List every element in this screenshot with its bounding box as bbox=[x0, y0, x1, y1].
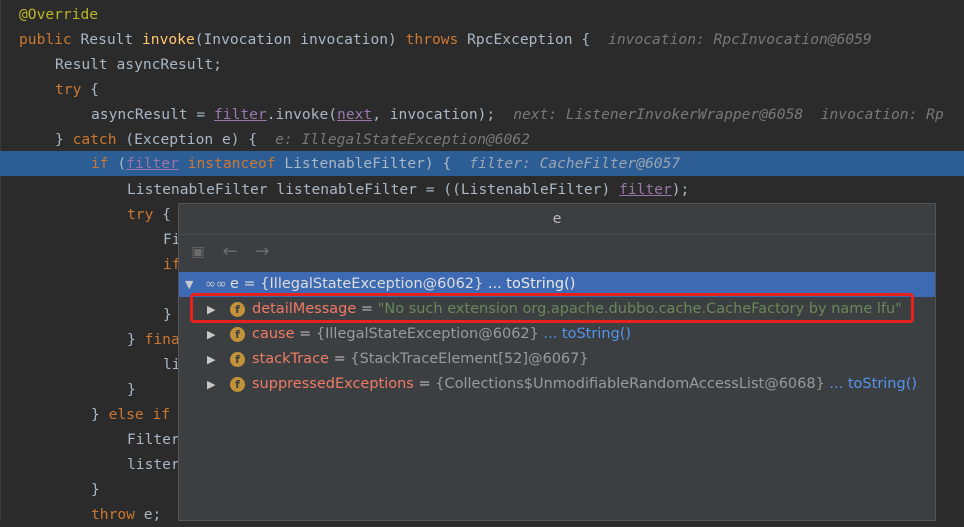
expand-arrow-icon[interactable]: ▶ bbox=[207, 347, 215, 372]
var-value: {IllegalStateException@6062} bbox=[315, 326, 539, 342]
code-line-8: ListenableFilter listenableFilter = ((Li… bbox=[0, 177, 964, 202]
watch-icon[interactable]: ▣ bbox=[187, 241, 209, 263]
debug-evaluate-popup[interactable]: e ▣ ← → ▼ ∞∞ e = {IllegalStateException@… bbox=[178, 203, 936, 521]
field-icon: f bbox=[230, 352, 245, 367]
keyword: fina bbox=[144, 331, 180, 348]
equals: = bbox=[328, 351, 351, 367]
code-line-6: } catch (Exception e) { e: IllegalStateEx… bbox=[0, 127, 964, 152]
field-row-stackTrace[interactable]: ▶ f stackTrace = {StackTraceElement[52]@… bbox=[179, 347, 935, 372]
code-text: (Exception e) { bbox=[116, 131, 258, 148]
code-text: lister bbox=[127, 456, 180, 473]
code-line-4: try { bbox=[0, 77, 964, 102]
keyword: public bbox=[19, 31, 72, 48]
code-text: Fi bbox=[163, 231, 181, 248]
code-line-5: asyncResult = filter.invoke(next, invoca… bbox=[0, 102, 964, 127]
tostring-link[interactable]: ... toString() bbox=[825, 376, 917, 392]
field-ref[interactable]: filter bbox=[126, 155, 179, 172]
code-text: } bbox=[91, 481, 100, 498]
keyword: throw bbox=[91, 506, 135, 523]
exception-type: RpcException { bbox=[458, 31, 591, 48]
var-value: {StackTraceElement[52]@6067} bbox=[350, 351, 589, 367]
variables-tree[interactable]: ▼ ∞∞ e = {IllegalStateException@6062} ..… bbox=[179, 272, 935, 397]
keyword: else if bbox=[108, 406, 171, 423]
code-text: ); bbox=[671, 181, 690, 198]
code-text: li bbox=[163, 356, 181, 373]
code-text: Filter bbox=[127, 431, 180, 448]
field-label: cause = {IllegalStateException@6062} ...… bbox=[252, 322, 631, 347]
annotation: @Override bbox=[19, 6, 99, 23]
forward-arrow-icon[interactable]: → bbox=[251, 241, 273, 263]
code-text: Result asyncResult; bbox=[55, 56, 222, 73]
keyword: instanceof bbox=[187, 155, 276, 172]
keyword: try bbox=[127, 206, 154, 223]
equals: = bbox=[294, 326, 316, 342]
field-label: suppressedExceptions = {Collections$Unmo… bbox=[252, 372, 917, 397]
keyword: if bbox=[91, 155, 109, 172]
var-name: suppressedExceptions bbox=[252, 376, 414, 392]
code-text: } bbox=[55, 131, 73, 148]
method-name: invoke bbox=[142, 31, 195, 48]
type: Result bbox=[71, 31, 143, 48]
var-name: cause bbox=[252, 326, 295, 342]
popup-title: e bbox=[179, 204, 935, 235]
code-line-7-current: if (filter instanceof ListenableFilter) … bbox=[0, 151, 964, 176]
red-annotation-box bbox=[190, 293, 914, 323]
keyword: throws bbox=[405, 31, 459, 48]
tostring-link[interactable]: ... toString() bbox=[539, 326, 631, 342]
code-text: { bbox=[153, 206, 171, 223]
var-name: e bbox=[230, 276, 239, 292]
var-value: {Collections$UnmodifiableRandomAccessLis… bbox=[435, 376, 825, 392]
equals: = bbox=[238, 276, 261, 292]
code-text: } bbox=[91, 406, 109, 423]
inline-debug-hint: next: ListenerInvokerWrapper@6058 invoca… bbox=[513, 106, 944, 123]
code-text: , invocation); bbox=[372, 106, 496, 123]
keyword: catch bbox=[72, 131, 117, 148]
inline-debug-hint: invocation: RpcInvocation@6059 bbox=[608, 31, 872, 48]
field-ref[interactable]: next bbox=[337, 106, 372, 123]
tostring-link[interactable]: ... toString() bbox=[483, 276, 576, 292]
field-ref[interactable]: filter bbox=[619, 181, 672, 198]
var-value: {IllegalStateException@6062} bbox=[260, 276, 484, 292]
code-text: asyncResult = bbox=[91, 106, 215, 123]
field-icon: f bbox=[230, 377, 245, 392]
popup-toolbar: ▣ ← → bbox=[179, 235, 935, 271]
code-text: ListenableFilter) { bbox=[275, 155, 452, 172]
equals: = bbox=[413, 376, 436, 392]
inline-debug-hint: e: IllegalStateException@6062 bbox=[275, 131, 530, 148]
code-text: ListenableFilter listenableFilter = ((Li… bbox=[127, 181, 620, 198]
keyword: try bbox=[55, 81, 82, 98]
keyword: if bbox=[163, 256, 181, 273]
code-text: } bbox=[127, 331, 145, 348]
code-text: } bbox=[163, 306, 172, 323]
code-line-3: Result asyncResult; bbox=[0, 52, 964, 77]
code-text: e; bbox=[134, 506, 162, 523]
params: (Invocation invocation) bbox=[194, 31, 406, 48]
back-arrow-icon[interactable]: ← bbox=[219, 241, 241, 263]
field-row-suppressedExceptions[interactable]: ▶ f suppressedExceptions = {Collections$… bbox=[179, 372, 935, 397]
code-text: .invoke( bbox=[266, 106, 338, 123]
var-name: stackTrace bbox=[252, 351, 329, 367]
code-text: { bbox=[81, 81, 99, 98]
code-text: ( bbox=[108, 155, 127, 172]
expand-arrow-icon[interactable]: ▶ bbox=[207, 322, 215, 347]
field-icon: f bbox=[230, 327, 245, 342]
inline-debug-hint: filter: CacheFilter@6057 bbox=[469, 155, 681, 172]
code-text: } bbox=[127, 381, 136, 398]
field-label: stackTrace = {StackTraceElement[52]@6067… bbox=[252, 347, 589, 372]
expand-arrow-icon[interactable]: ▶ bbox=[207, 372, 215, 397]
code-line-2: public Result invoke(Invocation invocati… bbox=[0, 27, 964, 52]
field-row-cause[interactable]: ▶ f cause = {IllegalStateException@6062}… bbox=[179, 322, 935, 347]
field-ref[interactable]: filter bbox=[214, 106, 267, 123]
code-line-1: @Override bbox=[0, 2, 964, 27]
